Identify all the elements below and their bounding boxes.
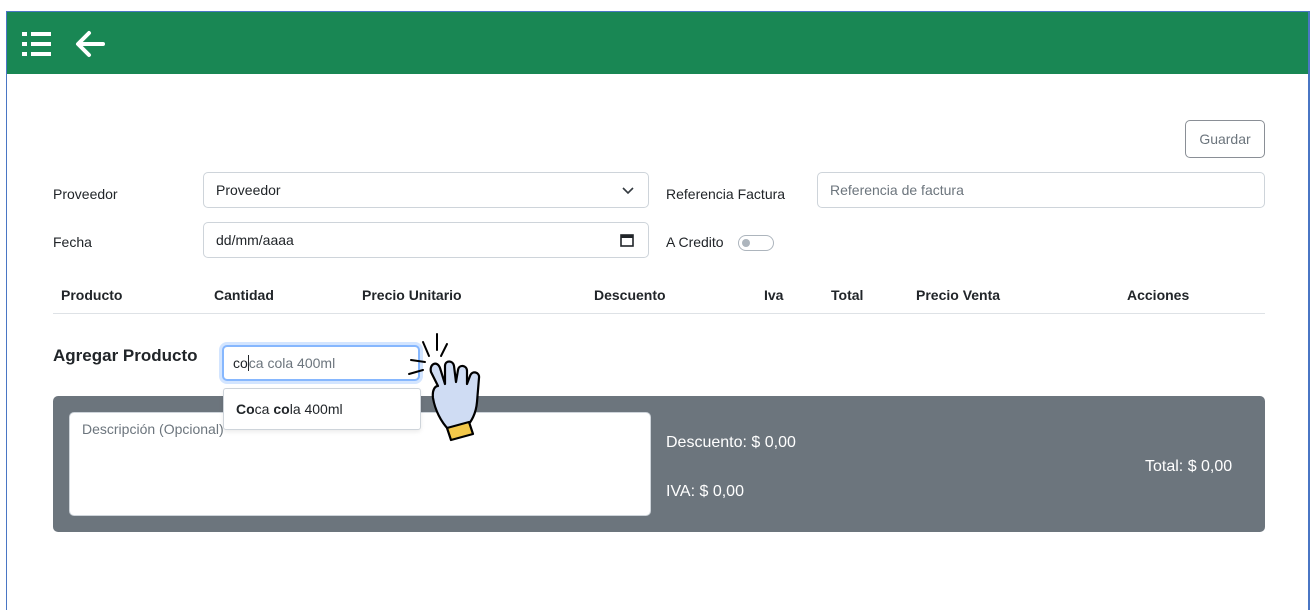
proveedor-selected-value: Proveedor <box>216 182 281 198</box>
add-product-title: Agregar Producto <box>53 346 198 365</box>
fecha-label: Fecha <box>53 234 92 250</box>
search-typed-text: co <box>233 355 248 371</box>
fecha-date-input[interactable]: dd/mm/aaaa <box>203 222 649 258</box>
product-search-input[interactable]: co ca cola 400ml <box>222 345 420 381</box>
proveedor-label: Proveedor <box>53 186 118 202</box>
search-autocomplete-hint: ca cola 400ml <box>248 355 336 371</box>
referencia-input[interactable]: Referencia de factura <box>817 172 1265 208</box>
credito-label: A Credito <box>666 234 724 250</box>
col-precio-unitario: Precio Unitario <box>362 287 462 303</box>
descuento-summary: Descuento: $ 0,00 <box>666 434 796 451</box>
referencia-label: Referencia Factura <box>666 186 786 202</box>
match-highlight: Co <box>236 401 255 417</box>
autocomplete-option[interactable]: Coca cola 400ml <box>223 388 421 430</box>
top-navbar <box>7 12 1308 74</box>
col-precio-venta: Precio Venta <box>916 287 1001 303</box>
chevron-down-icon <box>622 187 634 195</box>
iva-summary: IVA: $ 0,00 <box>666 483 744 500</box>
col-total: Total <box>831 287 864 303</box>
col-producto: Producto <box>61 287 123 303</box>
col-descuento: Descuento <box>594 287 666 303</box>
app-window: Guardar Proveedor Proveedor Referencia F… <box>6 11 1310 610</box>
option-text: ca <box>254 401 274 417</box>
credito-toggle[interactable] <box>738 235 774 251</box>
description-placeholder: Descripción (Opcional) <box>82 421 224 437</box>
col-acciones: Acciones <box>1127 287 1190 303</box>
toggle-knob <box>742 239 750 247</box>
table-header-divider <box>53 313 1265 314</box>
arrow-left-icon[interactable] <box>73 30 107 58</box>
list-icon[interactable] <box>21 30 53 58</box>
proveedor-select[interactable]: Proveedor <box>203 172 649 208</box>
total-summary: Total: $ 0,00 <box>1145 458 1233 475</box>
match-highlight: co <box>273 401 290 417</box>
col-iva: Iva <box>764 287 784 303</box>
option-text: la 400ml <box>289 401 343 417</box>
calendar-icon[interactable] <box>620 233 634 247</box>
save-button[interactable]: Guardar <box>1185 120 1265 158</box>
fecha-value: dd/mm/aaaa <box>216 232 294 248</box>
col-cantidad: Cantidad <box>214 287 274 303</box>
referencia-placeholder: Referencia de factura <box>830 182 964 198</box>
